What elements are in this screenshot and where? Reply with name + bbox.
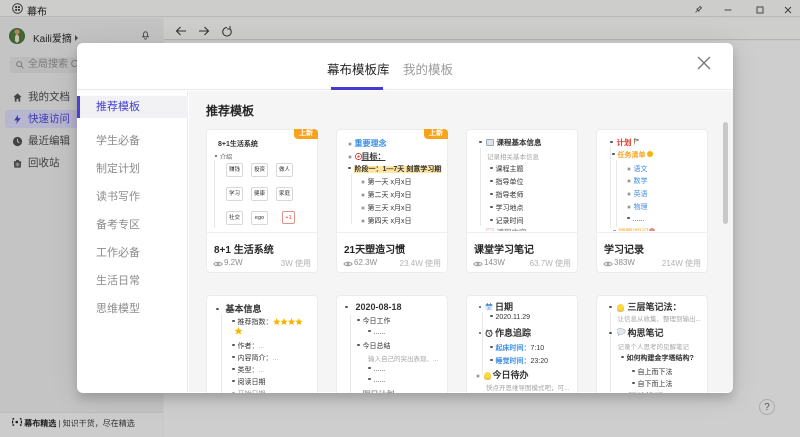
- svg-text:31: 31: [487, 307, 491, 311]
